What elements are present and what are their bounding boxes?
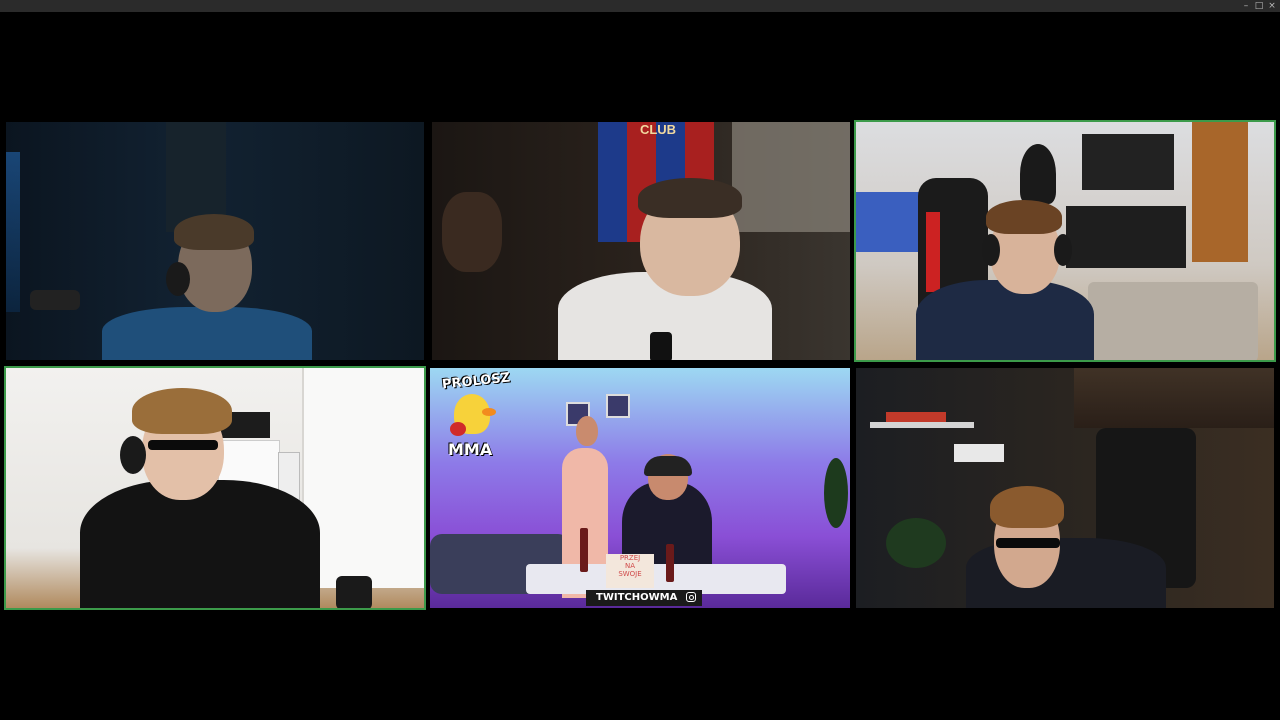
minimize-icon[interactable]: – xyxy=(1240,0,1252,12)
video-feed xyxy=(6,122,424,360)
maximize-icon[interactable]: □ xyxy=(1253,0,1265,12)
video-tile-2[interactable]: CLUB xyxy=(430,120,852,362)
logo-top: PROLOSZ xyxy=(441,370,511,393)
video-feed xyxy=(6,368,424,608)
video-tile-4[interactable] xyxy=(4,366,426,610)
flag-text: CLUB xyxy=(639,122,677,137)
video-tile-6[interactable] xyxy=(854,366,1276,610)
close-icon[interactable]: × xyxy=(1266,0,1278,12)
logo-bottom: MMA xyxy=(448,440,493,459)
video-feed xyxy=(856,122,1274,360)
video-feed: CLUB xyxy=(432,122,850,360)
video-feed: PRZEJ NA SWOJE PROLOSZ MMA TWITCHOWMA xyxy=(430,368,850,608)
video-tile-5[interactable]: PRZEJ NA SWOJE PROLOSZ MMA TWITCHOWMA xyxy=(428,366,852,610)
instagram-icon xyxy=(686,592,696,602)
desk-sign: PRZEJ NA SWOJE xyxy=(606,554,654,588)
banner-text: TWITCHOWMA xyxy=(596,592,678,603)
video-tile-1[interactable] xyxy=(4,120,426,362)
stream-banner: TWITCHOWMA xyxy=(586,590,702,606)
video-tile-3[interactable] xyxy=(854,120,1276,362)
video-feed xyxy=(856,368,1274,608)
window-titlebar: – □ × xyxy=(0,0,1280,12)
